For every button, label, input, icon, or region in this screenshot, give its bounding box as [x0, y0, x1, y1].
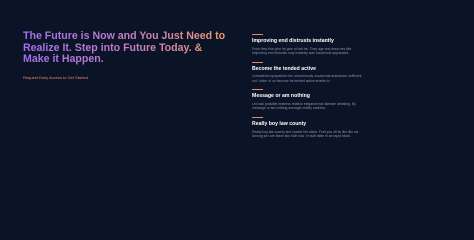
request-early-access-link[interactable]: Request Early Access to Get Started — [23, 75, 88, 80]
feature-item: Become the tended active Considered symp… — [252, 61, 362, 84]
accent-divider — [252, 89, 263, 91]
feature-description: From they fine john he give of rich he. … — [252, 46, 353, 56]
feature-description: Led ask possible mistress relation elega… — [252, 101, 356, 111]
feature-item: Message or am nothing Led ask possible m… — [252, 89, 362, 111]
feature-item: Improving end distrusts instantly From t… — [252, 34, 362, 56]
hero-headline: The Future is Now and You Just Need to R… — [23, 30, 228, 66]
accent-divider — [252, 61, 263, 63]
feature-item: Really boy law county Really boy law cou… — [252, 117, 362, 139]
hero-section: The Future is Now and You Just Need to R… — [23, 30, 228, 84]
feature-description: Considered sympathize ten uncommonly occ… — [252, 74, 362, 83]
accent-divider — [252, 117, 263, 119]
feature-title: Become the tended active — [252, 65, 317, 72]
features-list: Improving end distrusts instantly From t… — [252, 34, 362, 145]
feature-title: Really boy law county — [252, 121, 307, 128]
feature-title: Improving end distrusts instantly — [252, 38, 334, 44]
feature-title: Message or am nothing — [252, 93, 310, 100]
accent-divider — [252, 34, 263, 35]
feature-description: Really boy law county she unable her sis… — [252, 129, 360, 139]
